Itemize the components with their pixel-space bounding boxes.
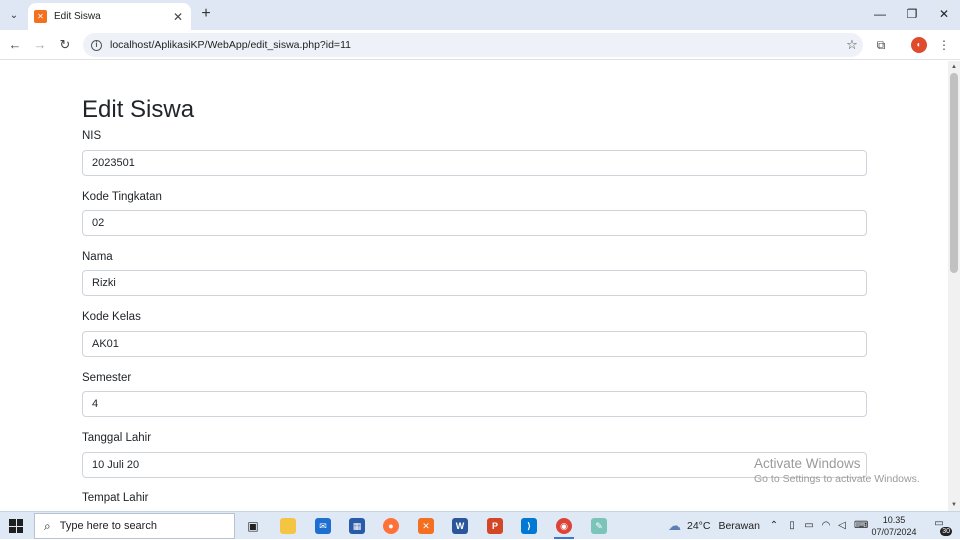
- wifi-icon[interactable]: ◠: [820, 519, 832, 533]
- window-close-icon[interactable]: ✕: [928, 0, 960, 28]
- site-info-icon[interactable]: i: [91, 39, 102, 51]
- store-icon[interactable]: ▦: [344, 515, 370, 537]
- kode-tingkatan-label: Kode Tingkatan: [82, 191, 162, 203]
- nis-input[interactable]: [82, 150, 867, 176]
- xampp-icon[interactable]: ✕: [413, 515, 439, 537]
- kode-kelas-input[interactable]: [82, 331, 867, 357]
- back-arrow-icon[interactable]: ←: [6, 36, 24, 54]
- nis-label: NIS: [82, 130, 102, 142]
- tray-device-icon[interactable]: ▯: [786, 519, 798, 533]
- kode-kelas-label: Kode Kelas: [82, 311, 141, 323]
- bookmark-star-icon[interactable]: ☆: [841, 37, 863, 53]
- semester-label: Semester: [82, 372, 132, 384]
- nama-label: Nama: [82, 251, 113, 263]
- minimize-icon[interactable]: —: [864, 0, 896, 28]
- weather-text: Berawan: [718, 520, 760, 532]
- new-tab-plus-icon[interactable]: +: [197, 5, 215, 23]
- clock-date: 07/07/2024: [871, 527, 917, 537]
- restore-icon[interactable]: ❐: [896, 0, 928, 28]
- chrome-icon[interactable]: ◉: [551, 515, 577, 539]
- paint-icon[interactable]: ✎: [586, 515, 612, 537]
- browser-tab[interactable]: ✕ Edit Siswa ✕: [28, 3, 191, 30]
- powerpoint-icon[interactable]: P: [482, 515, 508, 537]
- tempat-lahir-label: Tempat Lahir: [82, 492, 149, 504]
- taskbar-search-box[interactable]: ⌕ Type here to search: [34, 513, 235, 539]
- extensions-puzzle-icon[interactable]: ⧉: [873, 37, 889, 53]
- url-text[interactable]: localhost/AplikasiKP/WebApp/edit_siswa.p…: [110, 39, 841, 51]
- forward-arrow-icon[interactable]: →: [31, 36, 49, 54]
- mail-icon[interactable]: ✉: [310, 515, 336, 537]
- browser-tab-bar: ⌄ ✕ Edit Siswa ✕ + — ❐ ✕: [0, 0, 960, 30]
- keyboard-icon[interactable]: ⌨: [854, 519, 868, 533]
- tab-search-chevron-icon[interactable]: ⌄: [4, 5, 24, 25]
- vscode-icon[interactable]: ⟩: [516, 515, 542, 537]
- page-viewport: Edit Siswa NIS Kode Tingkatan Nama Kode …: [0, 61, 948, 511]
- nama-input[interactable]: [82, 270, 867, 296]
- weather-widget[interactable]: ☁ 24°C Berawan: [668, 512, 760, 540]
- search-icon: ⌕: [44, 518, 51, 533]
- search-placeholder: Type here to search: [59, 520, 157, 532]
- windows-start-icon[interactable]: [9, 519, 23, 533]
- tanggal-lahir-input[interactable]: [82, 452, 867, 478]
- word-icon[interactable]: W: [447, 515, 473, 537]
- page-scrollbar[interactable]: ▲ ▼: [948, 61, 960, 511]
- clock-time: 10.35: [882, 515, 906, 525]
- file-explorer-icon[interactable]: [275, 515, 301, 537]
- volume-icon[interactable]: ◁: [836, 519, 848, 533]
- battery-icon[interactable]: ▭: [803, 519, 815, 533]
- notification-count: 30: [940, 527, 952, 536]
- address-bar[interactable]: i localhost/AplikasiKP/WebApp/edit_siswa…: [83, 33, 863, 57]
- weather-cloud-icon: ☁: [668, 518, 681, 533]
- reload-icon[interactable]: ↻: [56, 36, 74, 54]
- scroll-down-arrow-icon[interactable]: ▼: [950, 501, 958, 509]
- weather-temp: 24°C: [687, 520, 711, 532]
- browser-toolbar: ← → ↻ i localhost/AplikasiKP/WebApp/edit…: [0, 30, 960, 60]
- scroll-thumb[interactable]: [950, 73, 958, 273]
- firefox-icon[interactable]: ●: [378, 515, 404, 537]
- tab-close-icon[interactable]: ✕: [171, 10, 185, 24]
- semester-input[interactable]: [82, 391, 867, 417]
- page-title: Edit Siswa: [82, 96, 195, 123]
- scroll-up-arrow-icon[interactable]: ▲: [950, 63, 958, 71]
- browser-menu-icon[interactable]: ⋮: [936, 37, 952, 53]
- profile-avatar-icon[interactable]: ◐: [911, 37, 927, 53]
- xampp-favicon-icon: ✕: [34, 10, 47, 23]
- kode-tingkatan-input[interactable]: [82, 210, 867, 236]
- notification-center-icon[interactable]: ▭ 30: [930, 518, 952, 536]
- windows-taskbar: ⌕ Type here to search ▣ ✉ ▦ ● ✕ W P ⟩ ◉ …: [0, 511, 960, 539]
- tray-chevron-up-icon[interactable]: ⌃: [768, 519, 780, 533]
- task-view-icon[interactable]: ▣: [240, 515, 266, 537]
- tanggal-lahir-label: Tanggal Lahir: [82, 432, 152, 444]
- taskbar-clock[interactable]: 10.35 07/07/2024: [866, 514, 922, 538]
- tab-title: Edit Siswa: [54, 11, 101, 22]
